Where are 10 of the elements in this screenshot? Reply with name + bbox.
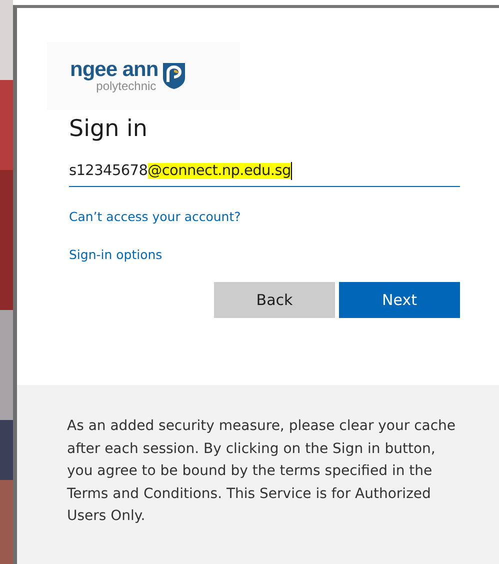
- shield-logo-icon: [162, 62, 186, 90]
- logo-subtitle: polytechnic: [96, 80, 156, 92]
- next-button[interactable]: Next: [339, 282, 460, 318]
- link[interactable]: Can’t access your account?: [69, 209, 241, 224]
- back-button[interactable]: Back: [214, 282, 335, 318]
- page-title: Sign in: [69, 116, 148, 142]
- logo-name: ngee ann: [70, 60, 158, 80]
- security-note: As an added security measure, please clear your cache after each session. By clicking on the Sign in button, you agree to be bound by the terms specified in the Terms and Conditions. This Service is for Authorized Users Only.: [67, 417, 457, 526]
- email-field[interactable]: s12345678@connect.np.edu.sg: [69, 160, 460, 187]
- link[interactable]: Sign-in options: [69, 247, 162, 262]
